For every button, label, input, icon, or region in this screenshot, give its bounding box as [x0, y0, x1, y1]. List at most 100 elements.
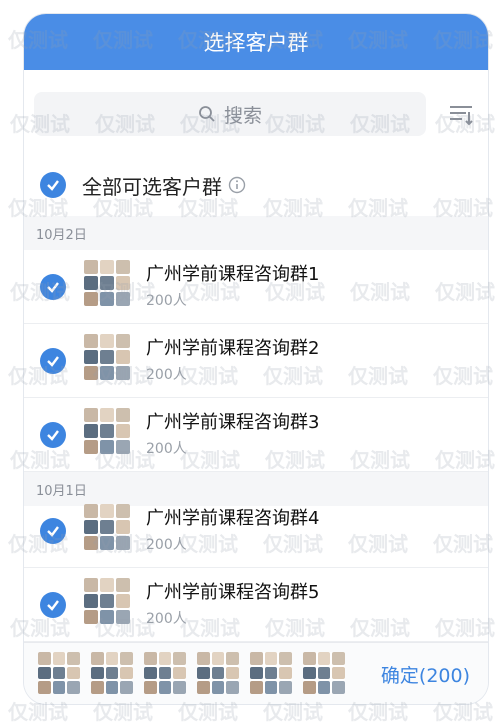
- member-avatar-tile: [264, 652, 278, 665]
- group-row[interactable]: 广州学前课程咨询群2 200人: [24, 324, 488, 398]
- member-avatar-tile: [144, 666, 157, 680]
- filter-sort-icon[interactable]: [448, 104, 474, 126]
- member-avatar-tile: [116, 350, 130, 364]
- member-avatar-tile: [116, 276, 130, 290]
- member-avatar-tile: [120, 681, 133, 694]
- member-avatar-tile: [100, 578, 114, 592]
- member-avatar-tile: [158, 681, 172, 694]
- member-avatar-tile: [84, 260, 98, 274]
- member-avatar-tile: [116, 610, 130, 624]
- member-avatar-tile: [226, 681, 239, 694]
- member-avatar-tile: [100, 536, 114, 550]
- confirm-button[interactable]: 确定(200): [381, 661, 470, 688]
- member-avatar-tile: [116, 440, 130, 454]
- member-avatar-tile: [197, 652, 210, 665]
- search-icon: [199, 106, 215, 122]
- group-member-count: 200人: [146, 367, 187, 383]
- member-avatar-tile: [84, 536, 98, 550]
- member-avatar-tile: [116, 504, 130, 518]
- member-avatar-tile: [173, 666, 186, 680]
- member-avatar-tile: [197, 666, 210, 680]
- member-avatar-tile: [52, 652, 66, 665]
- member-avatar-tile: [84, 350, 98, 364]
- group-avatar: [84, 260, 130, 306]
- checkbox-checked-icon[interactable]: [40, 348, 66, 374]
- member-avatar-tile: [116, 292, 130, 306]
- member-avatar-tile: [116, 578, 130, 592]
- member-avatar-tile: [105, 666, 119, 680]
- member-avatar-tile: [279, 681, 292, 694]
- section-date-header: 10月2日: [24, 216, 488, 250]
- member-avatar-tile: [116, 260, 130, 274]
- selected-group-thumb[interactable]: [91, 652, 133, 694]
- group-member-count: 200人: [146, 293, 187, 309]
- member-avatar-tile: [91, 652, 104, 665]
- member-avatar-tile: [250, 652, 263, 665]
- member-avatar-tile: [100, 520, 114, 534]
- member-avatar-tile: [120, 652, 133, 665]
- member-avatar-tile: [250, 666, 263, 680]
- member-avatar-tile: [317, 681, 331, 694]
- group-name: 广州学前课程咨询群5: [146, 582, 320, 603]
- member-avatar-tile: [250, 681, 263, 694]
- member-avatar-tile: [84, 292, 98, 306]
- member-avatar-tile: [100, 292, 114, 306]
- checkbox-checked-icon[interactable]: [40, 518, 66, 544]
- selected-groups-strip[interactable]: [38, 652, 345, 694]
- member-avatar-tile: [84, 578, 98, 592]
- member-avatar-tile: [211, 652, 225, 665]
- checkbox-checked-icon[interactable]: [40, 422, 66, 448]
- selected-group-thumb[interactable]: [197, 652, 239, 694]
- info-icon[interactable]: [228, 176, 246, 194]
- checkbox-checked-icon[interactable]: [40, 592, 66, 618]
- member-avatar-tile: [303, 652, 316, 665]
- selected-group-thumb[interactable]: [303, 652, 345, 694]
- member-avatar-tile: [279, 666, 292, 680]
- member-avatar-tile: [100, 610, 114, 624]
- selection-footer: 确定(200): [24, 642, 488, 704]
- member-avatar-tile: [116, 334, 130, 348]
- member-avatar-tile: [116, 366, 130, 380]
- group-row[interactable]: 广州学前课程咨询群3 200人: [24, 398, 488, 472]
- checkbox-checked-icon[interactable]: [40, 172, 66, 198]
- member-avatar-tile: [84, 440, 98, 454]
- member-avatar-tile: [197, 681, 210, 694]
- member-avatar-tile: [116, 536, 130, 550]
- member-avatar-tile: [84, 520, 98, 534]
- member-avatar-tile: [100, 424, 114, 438]
- phone-screen: 选择客户群 搜索 全部可选客户群 10月2日 广州学前课程咨询群1 200人 广…: [24, 14, 488, 704]
- selected-group-thumb[interactable]: [144, 652, 186, 694]
- group-row[interactable]: 广州学前课程咨询群5 200人: [24, 568, 488, 642]
- member-avatar-tile: [52, 681, 66, 694]
- member-avatar-tile: [84, 408, 98, 422]
- member-avatar-tile: [38, 652, 51, 665]
- search-placeholder: 搜索: [223, 104, 262, 127]
- member-avatar-tile: [38, 666, 51, 680]
- selected-group-thumb[interactable]: [250, 652, 292, 694]
- member-avatar-tile: [67, 666, 80, 680]
- group-row[interactable]: 广州学前课程咨询群1 200人: [24, 250, 488, 324]
- group-row[interactable]: 广州学前课程咨询群4 200人: [24, 494, 488, 568]
- member-avatar-tile: [116, 520, 130, 534]
- member-avatar-tile: [116, 424, 130, 438]
- member-avatar-tile: [173, 652, 186, 665]
- group-avatar: [84, 504, 130, 550]
- group-member-count: 200人: [146, 441, 187, 457]
- checkbox-checked-icon[interactable]: [40, 274, 66, 300]
- member-avatar-tile: [264, 666, 278, 680]
- member-avatar-tile: [116, 594, 130, 608]
- selected-group-thumb[interactable]: [38, 652, 80, 694]
- member-avatar-tile: [332, 681, 345, 694]
- member-avatar-tile: [332, 666, 345, 680]
- select-all-row[interactable]: 全部可选客户群: [24, 154, 488, 216]
- member-avatar-tile: [91, 681, 104, 694]
- member-avatar-tile: [264, 681, 278, 694]
- member-avatar-tile: [84, 334, 98, 348]
- member-avatar-tile: [332, 652, 345, 665]
- member-avatar-tile: [158, 652, 172, 665]
- member-avatar-tile: [211, 666, 225, 680]
- member-avatar-tile: [100, 594, 114, 608]
- search-input[interactable]: 搜索: [34, 92, 426, 136]
- member-avatar-tile: [52, 666, 66, 680]
- search-row: 搜索: [24, 70, 488, 154]
